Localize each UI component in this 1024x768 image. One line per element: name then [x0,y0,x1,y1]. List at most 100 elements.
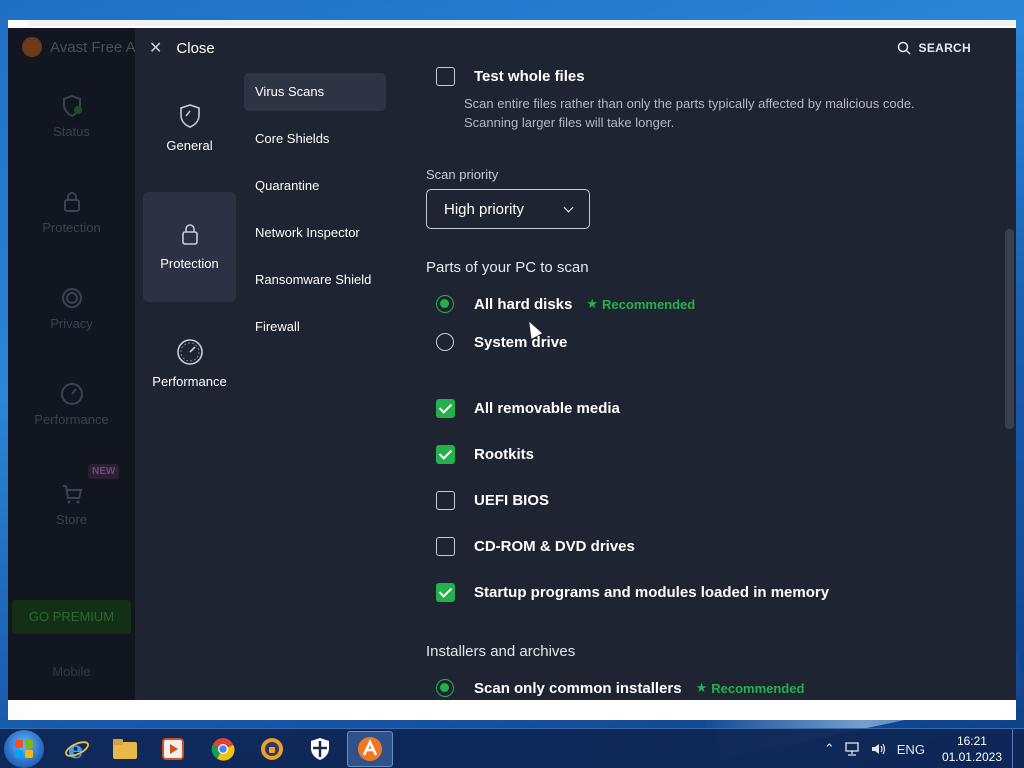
show-desktop-button[interactable] [1012,729,1024,768]
star-icon: ★ [695,680,708,695]
category-label: Performance [152,374,227,389]
uefi-bios-option[interactable]: UEFI BIOS [426,491,549,510]
option-label: System drive [474,333,568,351]
speedometer-icon [176,339,203,365]
close-button[interactable]: ✕ Close [149,38,215,58]
close-label: Close [176,39,215,57]
chevron-up-icon[interactable]: ⌃ [824,741,835,757]
subnav-virus-scans[interactable]: Virus Scans [244,73,386,111]
new-badge: NEW [88,464,120,479]
scan-priority-value: High priority [444,200,525,218]
taskbar-explorer[interactable] [102,731,148,767]
rootkits-option[interactable]: Rootkits [426,445,534,464]
shield-icon [62,94,82,118]
option-label: CD-ROM & DVD drives [474,538,635,555]
app-logo: Avast Free A [22,37,136,57]
taskbar-chrome[interactable] [200,731,246,767]
startup-programs-checkbox[interactable] [436,583,455,602]
system-drive-radio[interactable] [436,333,454,351]
clock[interactable]: 16:21 01.01.2023 [942,733,1002,765]
common-installers-option[interactable]: Scan only common installers ★ Recommended [426,679,804,697]
chevron-down-icon [563,202,574,212]
scan-priority-select[interactable]: High priority [426,189,590,229]
subnav-network-inspector[interactable]: Network Inspector [244,214,386,252]
browser-shield-icon [261,738,283,760]
description-line: Scanning larger files will take longer. [464,115,675,130]
category-performance[interactable]: Performance [143,310,236,420]
taskbar-avast[interactable] [347,731,393,767]
bg-nav-label: Status [53,124,90,139]
rootkits-checkbox[interactable] [436,445,455,464]
option-label: All hard disks [474,295,573,313]
description-line: Scan entire files rather than only the p… [464,96,915,111]
shield-outline-icon [179,104,200,128]
removable-media-checkbox[interactable] [436,399,455,418]
volume-icon[interactable] [871,742,887,756]
start-button[interactable] [4,730,44,768]
security-shield-icon [311,738,329,760]
bg-nav-label: Protection [42,220,101,235]
bg-nav-performance: Performance [8,382,135,427]
category-label: General [166,138,213,153]
lock-icon [181,224,198,245]
taskbar-security[interactable] [297,731,343,767]
clock-date: 01.01.2023 [941,750,1002,764]
test-whole-files-checkbox[interactable] [436,67,455,86]
cdrom-dvd-checkbox[interactable] [436,537,455,556]
system-drive-option[interactable]: System drive [426,333,567,351]
lock-icon [63,192,80,212]
uefi-bios-checkbox[interactable] [436,491,455,510]
virus-scans-settings: Test whole files Scan entire files rathe… [426,28,996,700]
test-whole-files-description: Scan entire files rather than only the p… [464,94,964,132]
recommended-badge: ★ Recommended [696,680,805,696]
recommended-badge: ★ Recommended [586,296,695,312]
test-whole-files-option[interactable]: Test whole files [426,67,585,86]
subnav-firewall[interactable]: Firewall [244,308,386,346]
svg-text:e: e [68,736,83,762]
internet-explorer-icon: e [65,736,89,762]
network-icon[interactable] [845,742,861,756]
content-scrollbar[interactable] [1005,229,1014,429]
option-label: Rootkits [474,446,534,463]
avast-icon [358,737,382,761]
all-hard-disks-radio[interactable] [436,295,454,313]
taskbar-internet-explorer[interactable]: e [54,731,100,767]
bg-nav-privacy: Privacy [8,286,135,331]
bg-nav-label: Store [55,512,88,527]
parts-to-scan-title: Parts of your PC to scan [426,259,589,276]
cart-icon [62,485,82,504]
category-label: Protection [160,256,219,271]
recommended-label: Recommended [602,296,696,312]
language-indicator[interactable]: ENG [897,742,925,757]
startup-programs-option[interactable]: Startup programs and modules loaded in m… [426,583,829,602]
all-hard-disks-option[interactable]: All hard disks ★ Recommended [426,295,695,313]
app-window-bottom [30,700,1016,720]
bg-nav-mobile: Mobile [8,664,135,679]
taskbar-media-player[interactable] [150,731,196,767]
app-window-titlebar [28,20,1016,26]
bg-nav-label: Privacy [50,316,93,331]
explorer-folder-icon [113,739,137,759]
bg-nav-protection: Protection [8,190,135,235]
category-protection[interactable]: Protection [143,192,236,302]
mobile-label: Mobile [52,664,91,679]
bg-nav-store: Store [8,482,135,527]
speedometer-icon [60,383,83,405]
common-installers-radio[interactable] [436,679,454,697]
removable-media-option[interactable]: All removable media [426,399,620,418]
taskbar-secure-browser[interactable] [249,731,295,767]
avast-logo-icon [22,37,42,57]
taskbar: e ⌃ ENG 16:21 01.01.2023 [0,728,1024,768]
category-general[interactable]: General [143,74,236,184]
option-label: Startup programs and modules loaded in m… [474,584,830,601]
bg-nav-status: Status [8,94,135,139]
subnav-ransomware-shield[interactable]: Ransomware Shield [244,261,386,299]
option-label: Scan only common installers [474,679,682,697]
option-label: All removable media [474,400,620,417]
subnav-quarantine[interactable]: Quarantine [244,167,386,205]
fingerprint-icon [61,288,82,308]
cdrom-dvd-option[interactable]: CD-ROM & DVD drives [426,537,635,556]
bg-nav-label: Performance [34,412,109,427]
scan-priority-label: Scan priority [426,167,499,182]
subnav-core-shields[interactable]: Core Shields [244,120,386,158]
